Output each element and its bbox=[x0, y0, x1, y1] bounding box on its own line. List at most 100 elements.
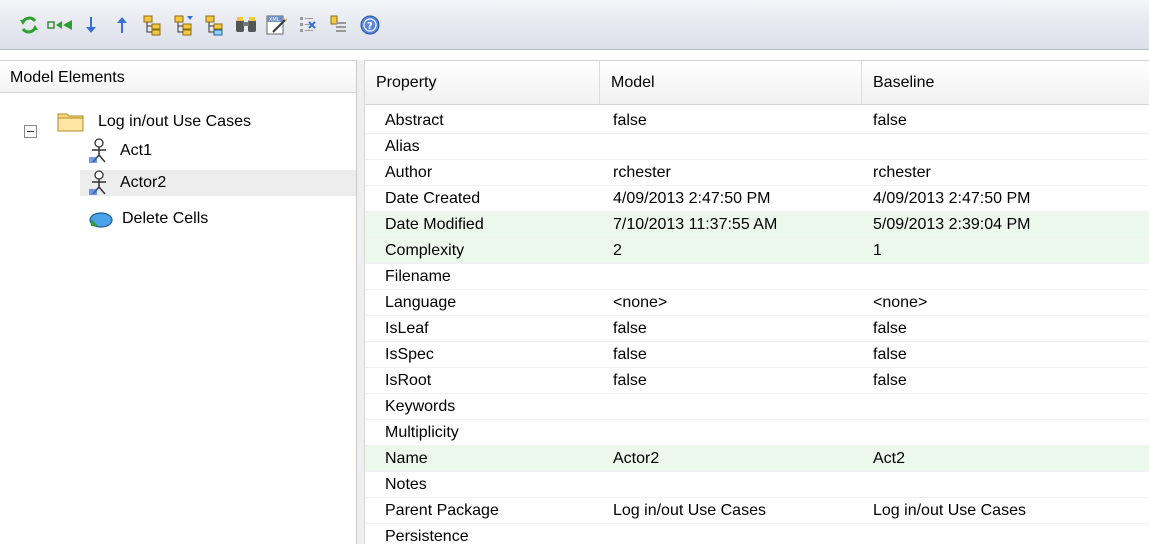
folder-icon bbox=[57, 113, 84, 132]
refresh-button[interactable] bbox=[16, 12, 42, 38]
table-row[interactable]: Parent Package Log in/out Use Cases Log in… bbox=[365, 498, 1149, 524]
property-cell: Persistence bbox=[385, 528, 469, 544]
table-row[interactable]: Filename bbox=[365, 264, 1149, 290]
baseline-cell: Log in/out Use Cases bbox=[873, 502, 1026, 519]
model-cell bbox=[613, 134, 863, 160]
baseline-cell: false bbox=[873, 346, 907, 363]
property-cell: Language bbox=[385, 294, 457, 311]
property-cell: Keywords bbox=[385, 398, 456, 415]
property-cell: Notes bbox=[385, 476, 427, 493]
property-cell: Date Modified bbox=[385, 216, 484, 233]
tree-item-label: Delete Cells bbox=[122, 210, 209, 227]
model-cell: 2 bbox=[613, 242, 622, 259]
refresh-icon bbox=[20, 16, 38, 33]
log-icon bbox=[330, 15, 346, 32]
model-cell bbox=[613, 472, 863, 498]
tree-item-actor2[interactable]: Actor2 bbox=[80, 170, 356, 196]
actor-icon bbox=[89, 170, 106, 195]
tree-item-label: Log in/out Use Cases bbox=[98, 113, 251, 130]
grid-header: Property Model Baseline bbox=[365, 60, 1149, 105]
svg-text:?: ? bbox=[367, 21, 373, 32]
property-cell: Alias bbox=[385, 138, 420, 155]
table-row[interactable]: IsLeaf false false bbox=[365, 316, 1149, 342]
tree-item-label: Act1 bbox=[120, 142, 153, 159]
table-row[interactable]: IsRoot false false bbox=[365, 368, 1149, 394]
find-button[interactable] bbox=[233, 12, 259, 38]
model-cell: false bbox=[613, 372, 647, 389]
property-cell: Multiplicity bbox=[385, 424, 459, 441]
baseline-cell: 1 bbox=[873, 242, 882, 259]
property-cell: IsRoot bbox=[385, 372, 432, 389]
table-row[interactable]: Date Created 4/09/2013 2:47:50 PM 4/09/201… bbox=[365, 186, 1149, 212]
table-row[interactable]: Language <none> <none> bbox=[365, 290, 1149, 316]
property-cell: Author bbox=[385, 164, 433, 181]
property-cell: Complexity bbox=[385, 242, 465, 259]
checklist-icon bbox=[300, 16, 316, 32]
column-header-model[interactable]: Model bbox=[600, 61, 862, 104]
comparison-grid: Property Model Baseline Abstract false fal… bbox=[365, 60, 1149, 544]
model-cell: Log in/out Use Cases bbox=[613, 502, 766, 519]
model-cell: false bbox=[613, 320, 647, 337]
grid-body: Abstract false false Alias Author rchester rch… bbox=[365, 108, 1149, 544]
baseline-cell bbox=[873, 134, 1143, 160]
model-cell bbox=[613, 394, 863, 420]
baseline-cell bbox=[873, 420, 1143, 446]
table-row[interactable]: Multiplicity bbox=[365, 420, 1149, 446]
baseline-cell: false bbox=[873, 372, 907, 389]
filter-tree-button[interactable] bbox=[202, 12, 228, 38]
help-icon: ? bbox=[360, 15, 380, 34]
baseline-cell: <none> bbox=[873, 294, 928, 311]
arrow-up-icon bbox=[117, 16, 127, 33]
model-cell: rchester bbox=[613, 164, 671, 181]
property-cell: Abstract bbox=[385, 112, 444, 129]
merge-button[interactable] bbox=[47, 12, 73, 38]
previous-difference-button[interactable] bbox=[109, 12, 135, 38]
table-row[interactable]: Notes bbox=[365, 472, 1149, 498]
options-button[interactable] bbox=[295, 12, 321, 38]
table-row[interactable]: Alias bbox=[365, 134, 1149, 160]
table-row[interactable]: Persistence bbox=[365, 524, 1149, 544]
model-cell: false bbox=[613, 112, 647, 129]
binoculars-icon bbox=[236, 16, 256, 32]
collapse-tree-button[interactable] bbox=[171, 12, 197, 38]
xml-export-icon: XML bbox=[266, 15, 287, 34]
table-row[interactable]: Date Modified 7/10/2013 11:37:55 AM 5/09/2… bbox=[365, 212, 1149, 238]
baseline-cell bbox=[873, 264, 1143, 290]
use-case-icon bbox=[89, 212, 113, 228]
baseline-cell: rchester bbox=[873, 164, 931, 181]
table-row[interactable]: Author rchester rchester bbox=[365, 160, 1149, 186]
column-header-baseline[interactable]: Baseline bbox=[862, 61, 1149, 104]
baseline-cell bbox=[873, 524, 1143, 544]
table-row[interactable]: Complexity 2 1 bbox=[365, 238, 1149, 264]
tree-icon bbox=[143, 15, 161, 35]
baseline-cell bbox=[873, 394, 1143, 420]
table-row[interactable]: IsSpec false false bbox=[365, 342, 1149, 368]
column-header-property[interactable]: Property bbox=[365, 61, 600, 104]
tree-item-act1[interactable]: Act1 bbox=[88, 138, 356, 164]
svg-text:XML: XML bbox=[269, 17, 280, 23]
baseline-cell: 5/09/2013 2:39:04 PM bbox=[873, 216, 1031, 233]
model-cell: 7/10/2013 11:37:55 AM bbox=[613, 216, 778, 233]
tree-item-delete-cells[interactable]: Delete Cells bbox=[88, 206, 356, 232]
table-row[interactable]: Abstract false false bbox=[365, 108, 1149, 134]
collapse-toggle[interactable] bbox=[24, 125, 37, 138]
model-cell: <none> bbox=[613, 294, 668, 311]
tree-item-label: Actor2 bbox=[120, 174, 167, 191]
table-row[interactable]: Name Actor2 Act2 bbox=[365, 446, 1149, 472]
model-cell: Actor2 bbox=[613, 450, 660, 467]
arrow-down-icon bbox=[86, 16, 96, 33]
log-button[interactable] bbox=[326, 12, 352, 38]
xml-export-button[interactable]: XML bbox=[264, 12, 290, 38]
baseline-cell: Act2 bbox=[873, 450, 906, 467]
property-cell: IsLeaf bbox=[385, 320, 429, 337]
baseline-cell bbox=[873, 472, 1143, 498]
tree-item-log-in-out-use-cases[interactable]: Log in/out Use Cases bbox=[56, 109, 356, 135]
property-cell: Date Created bbox=[385, 190, 481, 207]
next-difference-button[interactable] bbox=[78, 12, 104, 38]
help-button[interactable]: ? bbox=[357, 12, 383, 38]
model-cell bbox=[613, 264, 863, 290]
model-cell: false bbox=[613, 346, 647, 363]
table-row[interactable]: Keywords bbox=[365, 394, 1149, 420]
panel-splitter[interactable] bbox=[357, 60, 365, 544]
expand-tree-button[interactable] bbox=[140, 12, 166, 38]
